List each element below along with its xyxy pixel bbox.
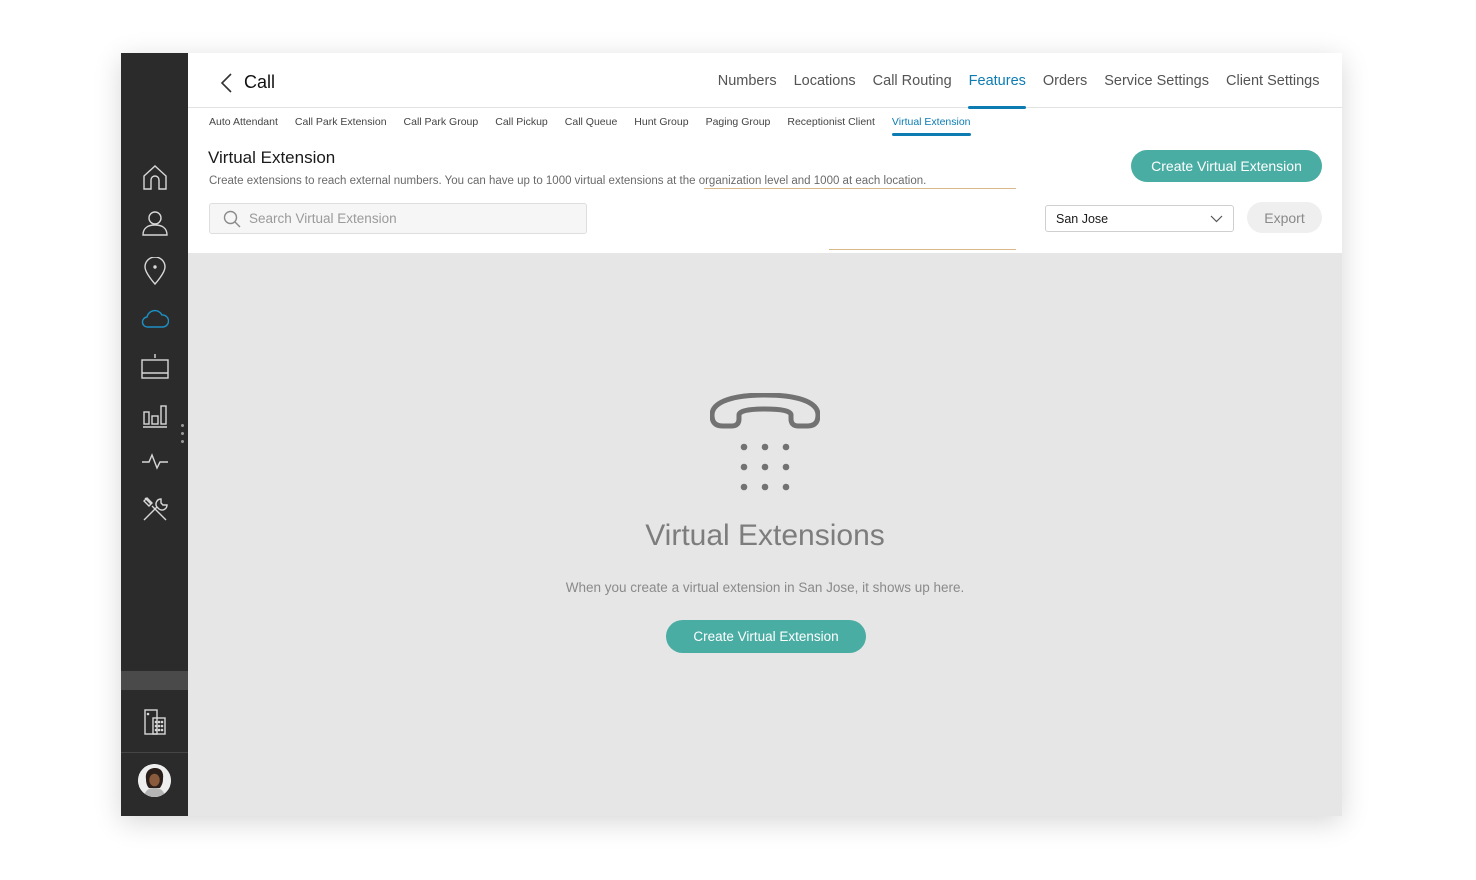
create-virtual-extension-button[interactable]: Create Virtual Extension (1131, 150, 1322, 182)
chevron-down-icon (1210, 215, 1223, 223)
search-icon (223, 210, 241, 227)
rail-separator (121, 671, 188, 690)
text-highlight-line (829, 249, 1016, 250)
tools-icon[interactable] (139, 493, 170, 524)
back-arrow-icon[interactable] (218, 72, 236, 94)
activity-icon[interactable] (139, 445, 170, 476)
resize-handle[interactable] (181, 424, 185, 446)
tab-call-routing[interactable]: Call Routing (864, 53, 960, 108)
subtab-call-pickup[interactable]: Call Pickup (488, 109, 555, 135)
tab-features[interactable]: Features (960, 53, 1034, 109)
tab-service-settings[interactable]: Service Settings (1096, 53, 1218, 108)
empty-state-panel: Virtual Extensions When you create a vir… (188, 253, 1342, 816)
analytics-icon[interactable] (139, 398, 170, 429)
location-select-value: San Jose (1056, 211, 1109, 226)
page-description: Create extensions to reach external numb… (209, 175, 927, 187)
user-icon[interactable] (139, 207, 170, 238)
text-highlight-line (704, 188, 1016, 189)
tab-orders[interactable]: Orders (1034, 53, 1095, 108)
subtab-virtual-extension[interactable]: Virtual Extension (885, 109, 978, 136)
app-window: Call Numbers Locations Call Routing Feature… (121, 53, 1342, 816)
feature-tabs: Auto Attendant Call Park Extension Call Pa… (188, 109, 1342, 136)
search-box[interactable] (209, 203, 587, 234)
app-title: Call (244, 72, 276, 92)
subtab-call-queue[interactable]: Call Queue (558, 109, 625, 135)
rail-divider (121, 752, 188, 753)
subtab-auto-attendant[interactable]: Auto Attendant (202, 109, 285, 135)
tab-numbers[interactable]: Numbers (709, 53, 785, 108)
subtab-call-park-group[interactable]: Call Park Group (397, 109, 486, 135)
export-button[interactable]: Export (1247, 202, 1322, 233)
avatar[interactable] (138, 764, 171, 797)
subtab-receptionist-client[interactable]: Receptionist Client (780, 109, 882, 135)
subtab-hunt-group[interactable]: Hunt Group (627, 109, 695, 135)
app-header: Call Numbers Locations Call Routing Feature… (188, 53, 1342, 109)
home-icon[interactable] (139, 161, 170, 192)
tab-client-settings[interactable]: Client Settings (1218, 53, 1329, 108)
page-title: Virtual Extension (208, 148, 336, 167)
search-input[interactable] (249, 211, 569, 226)
empty-state-title: Virtual Extensions (645, 519, 885, 552)
location-pin-icon[interactable] (139, 255, 170, 286)
empty-state-create-button[interactable]: Create Virtual Extension (666, 620, 866, 653)
location-select[interactable]: San Jose (1045, 205, 1234, 232)
top-nav: Numbers Locations Call Routing Features Orde… (709, 53, 1329, 109)
empty-state-description: When you create a virtual extension in S… (565, 580, 965, 595)
cloud-icon[interactable] (139, 303, 170, 334)
left-rail (121, 53, 188, 816)
phone-keypad-icon (709, 392, 821, 493)
subtab-call-park-extension[interactable]: Call Park Extension (288, 109, 394, 135)
devices-icon[interactable] (139, 351, 170, 382)
building-icon[interactable] (139, 706, 170, 737)
subtab-paging-group[interactable]: Paging Group (699, 109, 778, 135)
tab-locations[interactable]: Locations (785, 53, 864, 108)
